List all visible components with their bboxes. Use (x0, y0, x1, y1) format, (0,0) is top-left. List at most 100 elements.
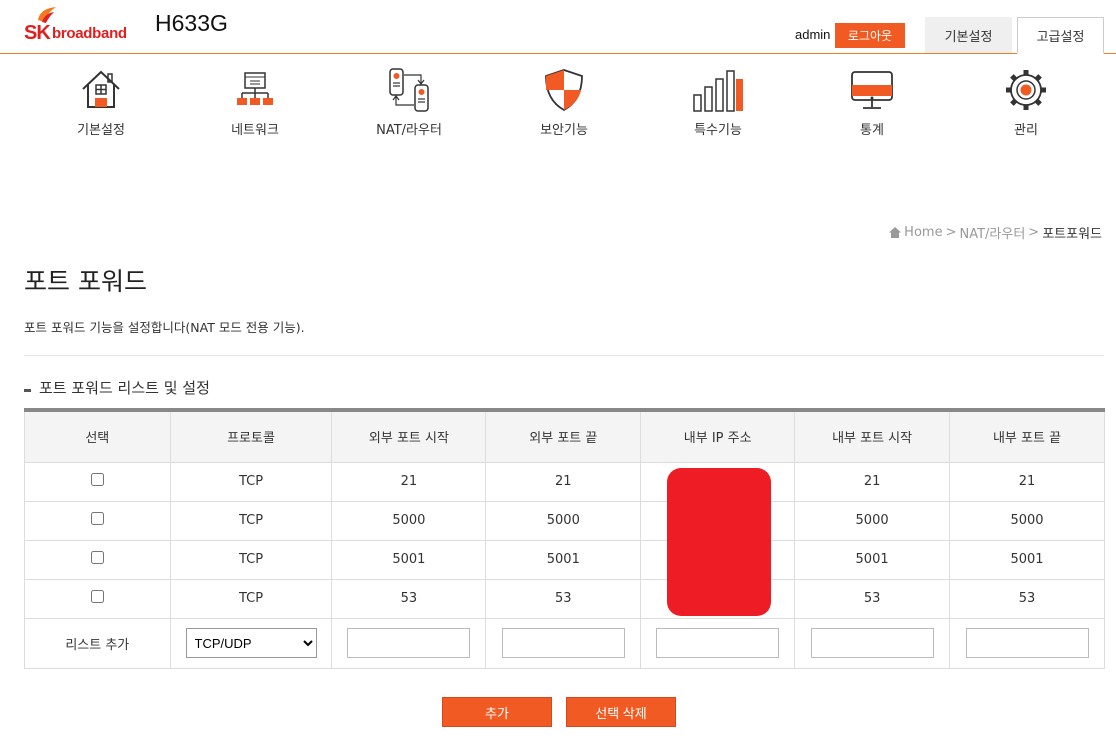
logo-broadband-text: broadband (52, 25, 127, 42)
page-description: 포트 포워드 기능을 설정합니다(NAT 모드 전용 기능). (24, 320, 305, 335)
int-port-end-input[interactable] (965, 628, 1089, 658)
cell-int-start: 53 (794, 578, 951, 619)
cell-protocol-select: TCP/UDP (169, 617, 333, 669)
nav-label-statistics: 통계 (860, 123, 884, 138)
signal-bars-icon (693, 70, 743, 112)
add-list-label: 리스트 추가 (24, 617, 171, 669)
cell-ext-end: 53 (485, 578, 642, 619)
nav-label-nat-router: NAT/라우터 (376, 123, 442, 138)
header-int-port-start: 내부 포트 시작 (794, 409, 951, 463)
table-row: TCP 21 21 21 21 (24, 461, 1105, 502)
cell-protocol: TCP (169, 539, 333, 580)
table-header-row: 선택 프로토콜 외부 포트 시작 외부 포트 끝 내부 IP 주소 내부 포트 … (24, 409, 1105, 463)
port-forward-table: 선택 프로토콜 외부 포트 시작 외부 포트 끝 내부 IP 주소 내부 포트 … (24, 408, 1105, 669)
page-title: 포트 포워드 (24, 267, 147, 296)
redaction-block (667, 468, 771, 616)
nav-item-basic[interactable]: 기본설정 (46, 67, 156, 138)
nav-label-management: 관리 (1014, 123, 1038, 138)
cell-int-end: 21 (949, 461, 1105, 502)
row-checkbox[interactable] (90, 551, 104, 564)
section-title-text: 포트 포워드 리스트 및 설정 (39, 379, 210, 397)
nav-item-network[interactable]: 네트워크 (200, 67, 310, 138)
breadcrumb-current: 포트포워드 (1042, 227, 1102, 242)
sk-broadband-logo[interactable]: SK broadband (22, 6, 134, 44)
tab-basic-settings[interactable]: 기본설정 (925, 17, 1012, 53)
home-icon (889, 227, 902, 238)
cell-ext-end: 5000 (485, 500, 642, 541)
breadcrumb-separator: > (1028, 225, 1040, 240)
cell-int-end: 5000 (949, 500, 1105, 541)
header-int-port-end: 내부 포트 끝 (949, 409, 1105, 463)
header-ext-port-start: 외부 포트 시작 (331, 409, 487, 463)
table-row: TCP 53 53 53 53 (24, 578, 1105, 619)
nav-item-nat-router[interactable]: NAT/라우터 (354, 67, 464, 138)
cell-ext-start: 5000 (331, 500, 487, 541)
header-ext-port-end: 외부 포트 끝 (485, 409, 642, 463)
row-checkbox[interactable] (90, 473, 104, 486)
breadcrumb: Home > NAT/라우터 > 포트포워드 (889, 223, 1102, 242)
nav-item-statistics[interactable]: 통계 (817, 67, 927, 138)
cell-select (24, 578, 171, 619)
section-bullet (24, 389, 31, 392)
nav-item-security[interactable]: 보안기능 (509, 67, 619, 138)
header: SK broadband H633G admin 로그아웃 기본설정 고급설정 (0, 0, 1116, 54)
model-name: H633G (155, 10, 228, 36)
nav-item-special[interactable]: 특수기능 (663, 67, 773, 138)
cell-ext-end: 5001 (485, 539, 642, 580)
network-icon (237, 72, 273, 105)
monitor-icon (851, 71, 893, 109)
row-checkbox[interactable] (90, 512, 104, 525)
header-protocol: 프로토콜 (169, 409, 333, 463)
cell-ext-start: 21 (331, 461, 487, 502)
main-nav: 기본설정 네트워크 NAT/라우터 보안기능 특수기능 통계 관리 (0, 55, 1116, 145)
user-name: admin (795, 27, 831, 42)
ext-port-end-input[interactable] (501, 628, 625, 658)
cell-int-end-input (949, 617, 1105, 669)
tab-advanced-settings[interactable]: 고급설정 (1017, 17, 1104, 54)
internal-ip-input[interactable] (656, 628, 780, 658)
cell-protocol: TCP (169, 500, 333, 541)
gear-icon (1006, 70, 1046, 110)
logout-button[interactable]: 로그아웃 (835, 23, 905, 48)
cell-ext-end: 21 (485, 461, 642, 502)
cell-int-start: 21 (794, 461, 951, 502)
cell-ext-start: 53 (331, 578, 487, 619)
logo-sk-text: SK (24, 22, 51, 44)
add-button[interactable]: 추가 (442, 697, 552, 727)
breadcrumb-home[interactable]: Home (904, 225, 942, 240)
breadcrumb-nat-router[interactable]: NAT/라우터 (959, 223, 1025, 242)
cell-protocol: TCP (169, 578, 333, 619)
divider (24, 355, 1104, 356)
header-select: 선택 (24, 409, 171, 463)
section-title: 포트 포워드 리스트 및 설정 (24, 377, 210, 398)
router-icon (389, 68, 429, 112)
breadcrumb-separator: > (945, 225, 957, 240)
nav-label-network: 네트워크 (231, 123, 279, 138)
ext-port-start-input[interactable] (347, 628, 471, 658)
nav-label-basic: 기본설정 (77, 123, 125, 138)
delete-selected-button[interactable]: 선택 삭제 (566, 697, 676, 727)
house-icon (82, 70, 120, 108)
cell-ext-start: 5001 (331, 539, 487, 580)
cell-ext-start-input (331, 617, 487, 669)
cell-int-start: 5001 (794, 539, 951, 580)
table-row: TCP 5001 5001 5001 5001 (24, 539, 1105, 580)
cell-select (24, 461, 171, 502)
shield-icon (545, 69, 583, 112)
cell-int-start-input (794, 617, 951, 669)
cell-int-end: 53 (949, 578, 1105, 619)
row-checkbox[interactable] (90, 590, 104, 603)
nav-label-special: 특수기능 (694, 123, 742, 138)
protocol-select[interactable]: TCP/UDP (185, 628, 317, 658)
cell-protocol: TCP (169, 461, 333, 502)
header-internal-ip: 내부 IP 주소 (640, 409, 796, 463)
cell-select (24, 539, 171, 580)
add-list-row: 리스트 추가 TCP/UDP (24, 617, 1105, 669)
nav-item-management[interactable]: 관리 (971, 67, 1081, 138)
cell-int-end: 5001 (949, 539, 1105, 580)
table-row: TCP 5000 5000 5000 5000 (24, 500, 1105, 541)
cell-ip-input (640, 617, 796, 669)
cell-select (24, 500, 171, 541)
nav-label-security: 보안기능 (540, 123, 588, 138)
int-port-start-input[interactable] (810, 628, 934, 658)
